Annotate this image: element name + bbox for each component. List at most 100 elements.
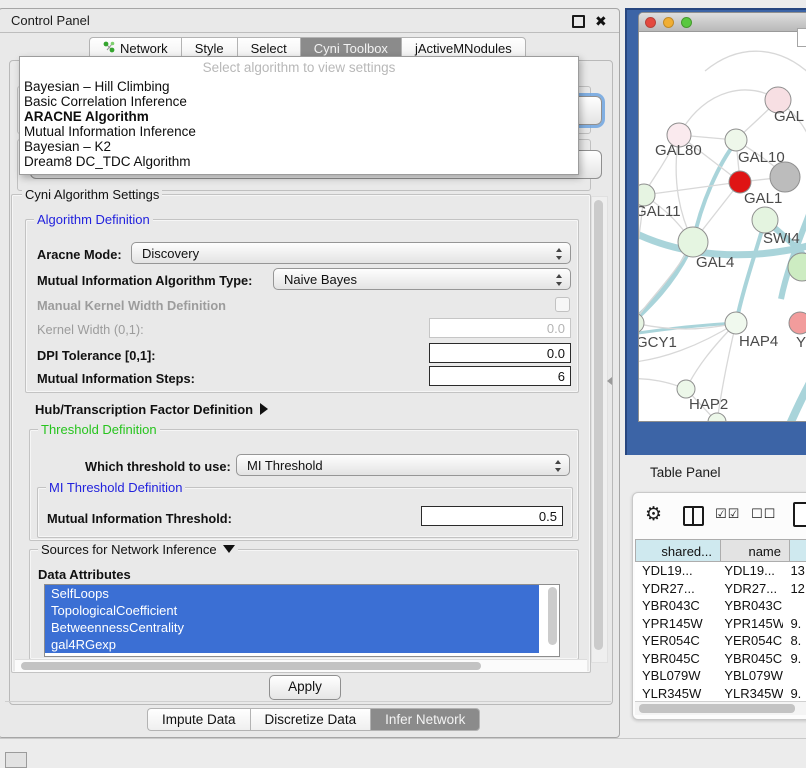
network-edge (787, 357, 806, 422)
network-edge (705, 51, 806, 75)
table-row[interactable]: YPR145WYPR145W9. (635, 615, 806, 633)
aracne-mode-label: Aracne Mode: (37, 247, 122, 262)
close-icon[interactable]: ✖ (595, 15, 607, 27)
table-cell (783, 667, 806, 685)
table-cell: YBR045C (635, 650, 717, 668)
table-cell: YBR043C (635, 597, 717, 615)
tab-impute-data[interactable]: Impute Data (147, 708, 250, 731)
settings-group-title: Cyni Algorithm Settings (22, 187, 162, 202)
table-cell: 9. (783, 615, 806, 633)
canvas-scrollbar-fragment[interactable] (797, 28, 806, 47)
settings-vertical-scrollbar[interactable] (591, 196, 608, 663)
dropdown-item-basic-correlation-inference[interactable]: Basic Correlation Inference (20, 94, 578, 109)
dropdown-item-dream8-dc-tdc-algorithm[interactable]: Dream8 DC_TDC Algorithm (20, 154, 578, 169)
apply-button[interactable]: Apply (269, 675, 341, 700)
node-label: GAL (774, 108, 804, 125)
dpi-tolerance-label: DPI Tolerance [0,1]: (37, 348, 156, 363)
table-rows: YDL19...YDL19...13YDR27...YDR27...12YBR0… (635, 562, 806, 701)
split-columns-icon[interactable] (683, 506, 704, 526)
attribute-item-betweennesscentrality[interactable]: BetweennessCentrality (45, 619, 539, 636)
hub-definition-expander[interactable]: Hub/Transcription Factor Definition (35, 402, 268, 417)
dropdown-item-mutual-information-inference[interactable]: Mutual Information Inference (20, 124, 578, 139)
network-node-gcy1[interactable] (639, 313, 644, 333)
table-row[interactable]: YDR27...YDR27...12 (635, 580, 806, 598)
tab-discretize-data[interactable]: Discretize Data (250, 708, 371, 731)
network-node-y[interactable] (789, 312, 806, 334)
table-cell: YPR145W (717, 615, 783, 633)
table-row[interactable]: YDL19...YDL19...13 (635, 562, 806, 580)
aracne-mode-combobox[interactable]: Discovery (131, 242, 571, 264)
kernel-width-field[interactable]: 0.0 (429, 318, 571, 338)
attribute-item-topologicalcoefficient[interactable]: TopologicalCoefficient (45, 602, 539, 619)
column-header-shared[interactable]: shared... (635, 539, 721, 562)
network-node-gal4[interactable] (678, 227, 708, 257)
which-threshold-value: MI Threshold (247, 458, 323, 473)
select-all-checkboxes-icon[interactable]: ☑☑ (715, 507, 740, 522)
settings-horizontal-scrollbar[interactable] (15, 659, 587, 672)
node-label: HAP2 (689, 396, 728, 413)
table-cell: YLR345W (717, 685, 783, 702)
network-window-titlebar (639, 13, 806, 32)
splitpane-collapse-icon[interactable] (607, 377, 612, 385)
table-row[interactable]: YLR345WYLR345W9. (635, 685, 806, 702)
float-window-icon[interactable] (572, 15, 585, 28)
zoom-traffic-light-icon[interactable] (681, 17, 692, 28)
gear-icon[interactable]: ⚙ (645, 503, 662, 525)
panel-title: Control Panel (11, 13, 90, 28)
table-horizontal-scrollbar[interactable] (635, 701, 806, 715)
tab-infer-network[interactable]: Infer Network (370, 708, 480, 731)
table-cell (783, 597, 806, 615)
node-label: HAP4 (739, 333, 778, 350)
table-panel: Table Panel ⚙ ☑☑ ☐☐ shared...nameA YDL19… (625, 455, 806, 738)
minimize-traffic-light-icon[interactable] (663, 17, 674, 28)
divider (5, 701, 611, 702)
dropdown-items: Bayesian – Hill ClimbingBasic Correlatio… (20, 79, 578, 169)
table-row[interactable]: YBR043CYBR043C (635, 597, 806, 615)
table-cell: YBR045C (717, 650, 783, 668)
table-row[interactable]: YER054CYER054C8. (635, 632, 806, 650)
column-header-a[interactable]: A (790, 539, 806, 562)
table-cell: 9. (783, 685, 806, 702)
dropdown-item-bayesian-k2[interactable]: Bayesian – K2 (20, 139, 578, 154)
table-cell: YDR27... (635, 580, 717, 598)
manual-kernel-checkbox[interactable] (555, 297, 570, 312)
dropdown-item-bayesian-hill-climbing[interactable]: Bayesian – Hill Climbing (20, 79, 578, 94)
table-cell: 8. (783, 632, 806, 650)
control-panel-titlebar: Control Panel ✖ (0, 9, 619, 33)
attribute-item-selfloops[interactable]: SelfLoops (45, 585, 539, 602)
data-attributes-list: SelfLoopsTopologicalCoefficientBetweenne… (44, 584, 560, 657)
deselect-all-checkboxes-icon[interactable]: ☐☐ (751, 507, 776, 522)
dropdown-item-aracne-algorithm[interactable]: ARACNE Algorithm (20, 109, 578, 124)
threshold-definition-title: Threshold Definition (38, 422, 160, 437)
spinner-arrows-icon (555, 459, 562, 473)
table-row[interactable]: YBL079WYBL079W (635, 667, 806, 685)
list-vertical-scrollbar[interactable] (548, 587, 557, 645)
network-node-gal10[interactable] (725, 129, 747, 151)
node-label: Y (796, 334, 806, 351)
algorithm-definition-title: Algorithm Definition (34, 212, 153, 227)
dpi-tolerance-field[interactable]: 0.0 (429, 343, 571, 363)
node-label: GCY1 (639, 334, 677, 351)
network-window: GALGAL80GAL10GAL1GAL11SWI4GAL4GCY1HAP4YH… (638, 12, 806, 422)
chevron-down-icon (223, 545, 235, 553)
node-label: SWI4 (763, 230, 800, 247)
table-row[interactable]: YBR045CYBR045C9. (635, 650, 806, 668)
manual-kernel-label: Manual Kernel Width Definition (37, 298, 226, 313)
table-cell: YDL19... (717, 562, 783, 580)
docked-panel-icon[interactable] (5, 752, 27, 768)
spinner-arrows-icon (556, 273, 563, 287)
table-cell: YER054C (717, 632, 783, 650)
mi-type-combobox[interactable]: Naive Bayes (273, 268, 571, 290)
mi-type-label: Mutual Information Algorithm Type: (37, 273, 252, 288)
network-canvas[interactable]: GALGAL80GAL10GAL1GAL11SWI4GAL4GCY1HAP4YH… (639, 31, 806, 422)
close-traffic-light-icon[interactable] (645, 17, 656, 28)
sources-title: Sources for Network Inference (38, 542, 238, 557)
mi-steps-field[interactable]: 6 (429, 366, 571, 386)
column-header-name[interactable]: name (721, 539, 790, 562)
attribute-item-gal4rgexp[interactable]: gal4RGexp (45, 636, 539, 653)
network-node-hap4[interactable] (725, 312, 747, 334)
which-threshold-combobox[interactable]: MI Threshold (236, 454, 570, 476)
mi-threshold-field[interactable]: 0.5 (421, 506, 563, 526)
network-node[interactable] (770, 162, 800, 192)
new-table-icon[interactable] (793, 502, 806, 527)
